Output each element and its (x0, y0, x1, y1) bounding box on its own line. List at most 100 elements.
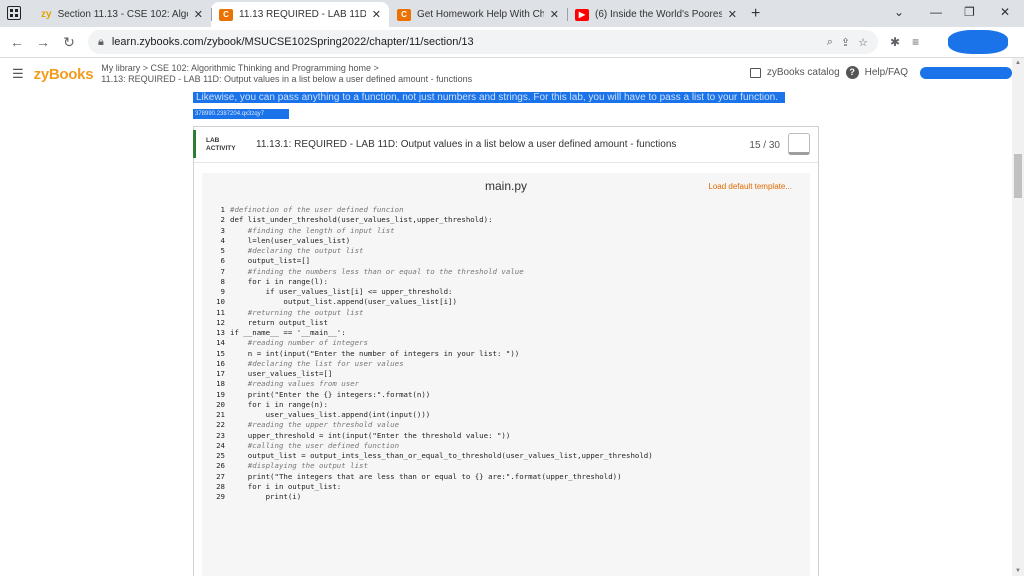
code-text[interactable]: for i in range(l): (230, 277, 328, 287)
code-text[interactable]: #reading values from user (230, 379, 359, 389)
code-text[interactable]: user_values_list.append(int(input())) (230, 410, 431, 420)
code-line[interactable]: 7 #finding the numbers less than or equa… (214, 267, 653, 277)
tab-search-icon[interactable] (7, 6, 21, 20)
share-icon[interactable]: ⇪ (841, 36, 850, 49)
code-line[interactable]: 20 for i in range(n): (214, 400, 653, 410)
code-line[interactable]: 4 l=len(user_values_list) (214, 236, 653, 246)
page-scrollbar[interactable]: ▲ ▼ (1012, 58, 1024, 576)
breadcrumb-path[interactable]: My library > CSE 102: Algorithmic Thinki… (101, 63, 472, 74)
code-text[interactable]: l=len(user_values_list) (230, 236, 350, 246)
code-line[interactable]: 18 #reading values from user (214, 379, 653, 389)
code-text[interactable]: upper_threshold = int(input("Enter the t… (230, 431, 511, 441)
code-text[interactable]: print("The integers that are less than o… (230, 472, 622, 482)
code-text[interactable]: #reading number of integers (230, 338, 368, 348)
code-text[interactable]: for i in output_list: (230, 482, 341, 492)
zybooks-logo[interactable]: zyBooks (34, 66, 94, 83)
code-line[interactable]: 12 return output_list (214, 318, 653, 328)
forward-icon[interactable]: → (30, 34, 56, 50)
code-line[interactable]: 5 #declaring the output list (214, 246, 653, 256)
code-text[interactable]: output_list = output_ints_less_than_or_e… (230, 451, 653, 461)
new-tab-icon[interactable]: + (751, 5, 760, 23)
code-line[interactable]: 13 if __name__ == '__main__': (214, 328, 653, 338)
help-link[interactable]: Help/FAQ (865, 67, 908, 78)
restore-icon[interactable]: ❐ (964, 5, 975, 19)
close-icon[interactable]: ✕ (728, 8, 737, 21)
code-text[interactable]: #displaying the output list (230, 461, 368, 471)
tab-list-chevron-icon[interactable]: ⌄ (894, 5, 904, 19)
code-text[interactable]: n = int(input("Enter the number of integ… (230, 349, 519, 359)
code-editor[interactable]: main.py Load default template... 1 #defin… (202, 173, 810, 576)
code-line[interactable]: 6 output_list=[] (214, 256, 653, 266)
code-text[interactable]: #finding the length of input list (230, 226, 395, 236)
redacted-profile-scribble (948, 30, 1008, 54)
code-text[interactable]: output_list=[] (230, 256, 310, 266)
code-text[interactable]: output_list.append(user_values_list[i]) (230, 297, 457, 307)
browser-tab-4[interactable]: ▶ (6) Inside the World's Poorest Na ✕ (567, 2, 745, 27)
close-icon[interactable]: ✕ (194, 8, 203, 21)
code-line[interactable]: 1 #definotion of the user defined funcion (214, 205, 653, 215)
code-text[interactable]: #calling the user defined function (230, 441, 399, 451)
tab-title: Get Homework Help With Chegg (417, 9, 544, 20)
code-line[interactable]: 29 print(i) (214, 492, 653, 502)
code-line[interactable]: 8 for i in range(l): (214, 277, 653, 287)
code-line[interactable]: 26 #displaying the output list (214, 461, 653, 471)
code-line[interactable]: 15 n = int(input("Enter the number of in… (214, 349, 653, 359)
code-text[interactable]: #returning the output list (230, 308, 364, 318)
scroll-thumb[interactable] (1014, 154, 1022, 198)
code-line[interactable]: 11 #returning the output list (214, 308, 653, 318)
code-line[interactable]: 22 #reading the upper threshold value (214, 420, 653, 430)
close-icon[interactable]: ✕ (372, 8, 381, 21)
code-line[interactable]: 16 #declaring the list for user values (214, 359, 653, 369)
back-icon[interactable]: ← (4, 34, 30, 50)
menu-icon[interactable]: ☰ (12, 66, 24, 82)
tab-title: (6) Inside the World's Poorest Na (595, 9, 722, 20)
zoom-icon[interactable]: ⌕ (827, 36, 833, 49)
code-line[interactable]: 10 output_list.append(user_values_list[i… (214, 297, 653, 307)
browser-tab-3[interactable]: C Get Homework Help With Chegg ✕ (389, 2, 567, 27)
code-text[interactable]: #finding the numbers less than or equal … (230, 267, 524, 277)
scroll-up-icon[interactable]: ▲ (1015, 60, 1021, 66)
code-text[interactable]: #definotion of the user defined funcion (230, 205, 404, 215)
code-text[interactable]: print(i) (230, 492, 302, 502)
code-line[interactable]: 19 print("Enter the {} integers:".format… (214, 390, 653, 400)
code-text[interactable]: #declaring the output list (230, 246, 364, 256)
browser-tab-2[interactable]: C 11.13 REQUIRED - LAB 11D: Outp ✕ (211, 2, 389, 27)
code-line[interactable]: 3 #finding the length of input list (214, 226, 653, 236)
code-lines[interactable]: 1 #definotion of the user defined funcion… (214, 205, 653, 502)
code-text[interactable]: user_values_list=[] (230, 369, 333, 379)
code-line[interactable]: 21 user_values_list.append(int(input())) (214, 410, 653, 420)
close-icon[interactable]: ✕ (550, 8, 559, 21)
code-text[interactable]: for i in range(n): (230, 400, 328, 410)
lab-activity-header: LAB ACTIVITY 11.13.1: REQUIRED - LAB 11D… (193, 127, 818, 163)
code-text[interactable]: return output_list (230, 318, 328, 328)
badge-line2: ACTIVITY (206, 144, 236, 152)
reload-icon[interactable]: ↻ (56, 34, 82, 51)
code-text[interactable]: if user_values_list[i] <= upper_threshol… (230, 287, 453, 297)
extensions-icon[interactable]: ✱ (890, 35, 900, 49)
code-text[interactable]: def list_under_threshold(user_values_lis… (230, 215, 493, 225)
catalog-link[interactable]: zyBooks catalog (767, 67, 840, 78)
code-line[interactable]: 2 def list_under_threshold(user_values_li… (214, 215, 653, 225)
code-text[interactable]: print("Enter the {} integers:".format(n)… (230, 390, 430, 400)
header-right: zyBooks catalog ? Help/FAQ (749, 66, 1012, 79)
minimize-icon[interactable]: — (930, 5, 942, 19)
code-text[interactable]: #reading the upper threshold value (230, 420, 399, 430)
bookmark-star-icon[interactable]: ☆ (858, 36, 868, 49)
code-text[interactable]: if __name__ == '__main__': (230, 328, 346, 338)
window-close-icon[interactable]: ✕ (1000, 5, 1010, 19)
code-line[interactable]: 25 output_list = output_ints_less_than_o… (214, 451, 653, 461)
scroll-down-icon[interactable]: ▼ (1015, 568, 1021, 574)
zybooks-favicon-icon: zy (41, 9, 52, 20)
reading-list-icon[interactable]: ≡ (912, 35, 919, 49)
code-line[interactable]: 24 #calling the user defined function (214, 441, 653, 451)
code-line[interactable]: 23 upper_threshold = int(input("Enter th… (214, 431, 653, 441)
browser-tab-1[interactable]: zy Section 11.13 - CSE 102: Algorith ✕ (33, 2, 211, 27)
code-line[interactable]: 9 if user_values_list[i] <= upper_thresh… (214, 287, 653, 297)
address-bar[interactable]: 🔒︎ learn.zybooks.com/zybook/MSUCSE102Spr… (88, 30, 878, 54)
load-default-template-link[interactable]: Load default template... (708, 182, 792, 191)
code-text[interactable]: #declaring the list for user values (230, 359, 404, 369)
code-line[interactable]: 17 user_values_list=[] (214, 369, 653, 379)
code-line[interactable]: 28 for i in output_list: (214, 482, 653, 492)
code-line[interactable]: 14 #reading number of integers (214, 338, 653, 348)
code-line[interactable]: 27 print("The integers that are less tha… (214, 472, 653, 482)
